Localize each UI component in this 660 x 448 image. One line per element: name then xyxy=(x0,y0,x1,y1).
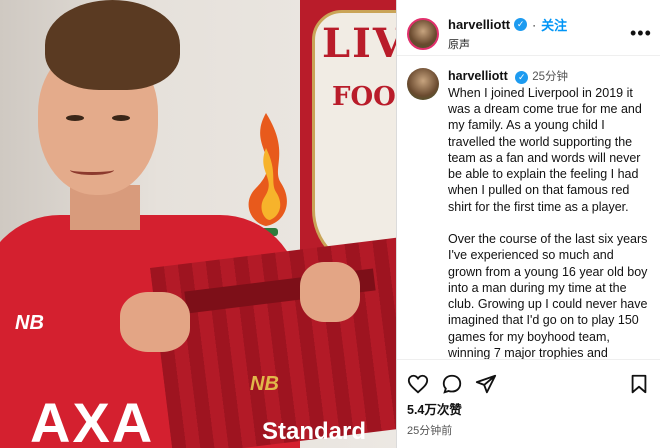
post-photo[interactable]: LIV FOOT NB AXA NB Standard xyxy=(0,0,396,448)
bottom-spacer xyxy=(397,438,660,448)
player-smile xyxy=(70,165,114,175)
held-shirt xyxy=(150,236,396,448)
crest-text-bottom: FOOT xyxy=(332,82,396,112)
more-icon[interactable]: ••• xyxy=(630,23,651,44)
left-hand xyxy=(120,292,190,352)
caption-text: When I joined Liverpool in 2019 it was a… xyxy=(448,85,648,359)
player-hair xyxy=(45,0,180,90)
post-sidebar: harvelliott ✓ · 关注 原声 ••• harvelliott ✓ 2… xyxy=(396,0,660,448)
shirt-brand-right: NB xyxy=(250,373,279,395)
audio-label[interactable]: 原声 xyxy=(448,36,630,52)
caption-avatar[interactable] xyxy=(407,68,439,100)
header-meta: harvelliott ✓ · 关注 原声 xyxy=(448,15,630,52)
left-eye xyxy=(66,115,84,121)
post-header: harvelliott ✓ · 关注 原声 ••• xyxy=(397,0,660,56)
header-row: harvelliott ✓ · 关注 xyxy=(448,15,630,34)
username[interactable]: harvelliott xyxy=(448,17,510,32)
bookmark-icon[interactable] xyxy=(628,373,650,395)
posted-time: 25分钟前 xyxy=(407,425,453,437)
follow-button[interactable]: 关注 xyxy=(541,15,567,34)
crest-text-top: LIV xyxy=(322,20,396,67)
separator-dot: · xyxy=(532,17,537,32)
avatar[interactable] xyxy=(407,17,439,50)
right-eye xyxy=(112,115,130,121)
caption-block: harvelliott ✓ 25分钟 When I joined Liverpoo… xyxy=(397,56,660,359)
caption-time: 25分钟 xyxy=(532,71,569,83)
comment-icon[interactable] xyxy=(441,373,463,395)
flame-icon xyxy=(248,113,287,226)
caption-username[interactable]: harvelliott xyxy=(448,69,508,83)
caption-text-block: harvelliott ✓ 25分钟 When I joined Liverpoo… xyxy=(448,68,650,359)
action-bar xyxy=(397,359,660,399)
heart-icon[interactable] xyxy=(407,373,429,395)
shirt-sponsor-right: Standard xyxy=(262,418,367,445)
shirt-brand-left: NB xyxy=(15,312,44,334)
shirt-sponsor-left: AXA xyxy=(30,391,155,448)
caption-verified-icon: ✓ xyxy=(515,71,529,84)
verified-icon: ✓ xyxy=(514,18,528,31)
instagram-post-view: LIV FOOT NB AXA NB Standard xyxy=(0,0,660,448)
right-hand xyxy=(300,262,360,322)
share-icon[interactable] xyxy=(475,373,497,395)
likes-count[interactable]: 5.4万次赞 xyxy=(397,399,660,418)
